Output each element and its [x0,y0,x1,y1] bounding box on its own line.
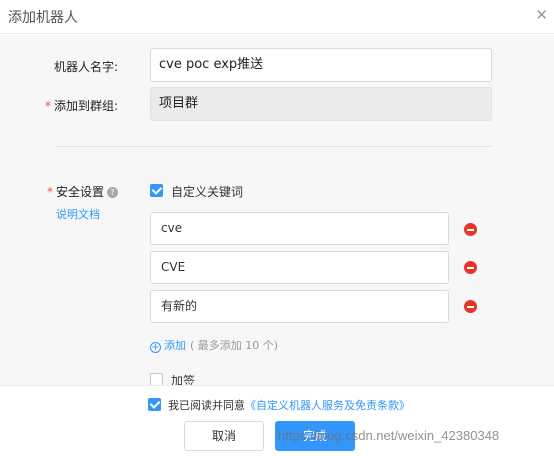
agree-checkbox[interactable] [148,398,161,411]
dialog-footer: 我已阅读并同意《自定义机器人服务及免责条款》 取消 完成 https://blo… [0,385,554,456]
keyword-input-3[interactable]: 有新的 [150,290,449,323]
watermark: https://blog.csdn.net/weixin_42380348 [278,428,500,443]
remove-icon[interactable] [464,223,477,236]
add-hint: ( 最多添加 10 个) [190,339,279,352]
divider [56,146,492,147]
group-field: 项目群 [150,87,492,121]
dialog-header: 添加机器人 ✕ [0,0,554,34]
robot-name-input[interactable]: cve poc exp推送 [150,48,492,82]
agree-text: 我已阅读并同意《自定义机器人服务及免责条款》 [168,399,410,412]
doc-link[interactable]: 说明文档 [56,206,100,222]
group-label: * 添加到群组: [44,99,118,113]
security-label: * 安全设置? [0,183,118,200]
sign-checkbox[interactable] [150,373,163,385]
dialog-body: 机器人名字: cve poc exp推送 * 添加到群组: 项目群 * 安全设置? … [0,35,554,385]
keyword-input-2[interactable]: CVE [150,251,449,284]
sign-label: 加签 [171,374,196,385]
remove-icon[interactable] [464,261,477,274]
custom-keyword-checkbox[interactable] [150,184,163,197]
keyword-input-1[interactable]: cve [150,212,449,245]
remove-icon[interactable] [464,300,477,313]
add-icon[interactable]: + [150,342,161,353]
custom-keyword-label: 自定义关键词 [171,185,244,199]
help-icon[interactable]: ? [107,187,118,198]
terms-link[interactable]: 《自定义机器人服务及免责条款》 [245,399,410,412]
dialog-title: 添加机器人 [8,10,78,26]
cancel-button[interactable]: 取消 [184,421,264,451]
close-icon[interactable]: ✕ [535,6,548,24]
add-keyword-link[interactable]: 添加 [164,339,186,352]
robot-name-label: 机器人名字: [53,60,118,74]
add-keyword-row: + 添加 ( 最多添加 10 个) [150,337,278,353]
